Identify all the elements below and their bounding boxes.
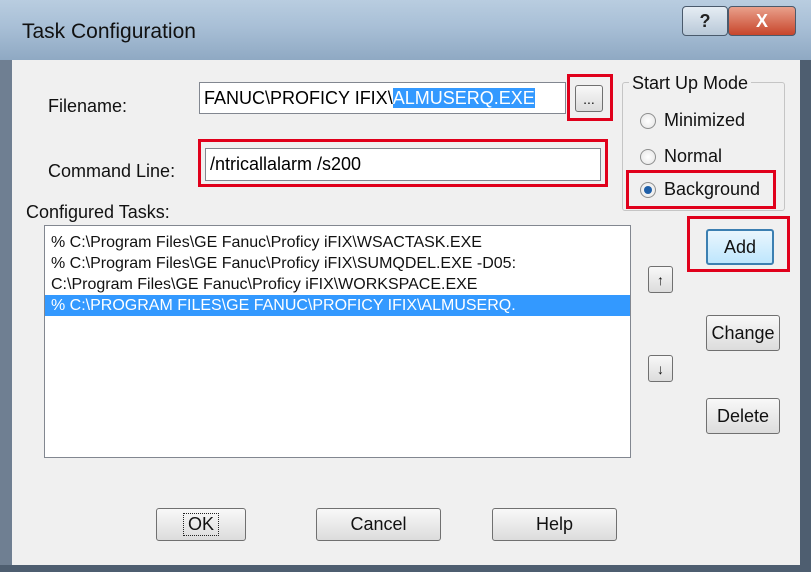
background-right — [800, 60, 811, 572]
arrow-up-icon: ↑ — [657, 271, 664, 288]
change-button-label: Change — [711, 322, 775, 343]
window-title: Task Configuration — [22, 20, 196, 43]
move-up-button[interactable]: ↑ — [648, 266, 673, 293]
start-up-mode-title: Start Up Mode — [629, 73, 752, 94]
cancel-button-label: Cancel — [350, 514, 407, 534]
change-button[interactable]: Change — [706, 315, 780, 351]
filename-field[interactable]: FANUC\PROFICY IFIX\ALMUSERQ.EXE — [199, 82, 566, 114]
ok-button[interactable]: OK — [156, 508, 246, 541]
delete-button[interactable]: Delete — [706, 398, 780, 434]
radio-minimized-circle — [640, 112, 656, 129]
filename-value-prefix: FANUC\PROFICY IFIX\ — [204, 88, 393, 108]
move-down-button[interactable]: ↓ — [648, 355, 673, 382]
background-left — [0, 60, 12, 572]
list-item[interactable]: % C:\Program Files\GE Fanuc\Proficy iFIX… — [45, 253, 630, 274]
radio-normal-label: Normal — [664, 146, 723, 166]
radio-minimized[interactable]: Minimized — [640, 110, 745, 131]
radio-minimized-label: Minimized — [664, 110, 746, 130]
command-line-highlight-box — [198, 139, 608, 187]
command-line-label: Command Line: — [48, 161, 176, 181]
filename-label: Filename: — [48, 96, 128, 116]
cancel-button[interactable]: Cancel — [316, 508, 441, 541]
delete-button-label: Delete — [716, 405, 770, 426]
title-help-button[interactable]: ? — [682, 6, 728, 36]
title-bar: Task Configuration ? X — [0, 0, 811, 60]
list-item-selected[interactable]: % C:\PROGRAM FILES\GE FANUC\PROFICY IFIX… — [45, 295, 630, 316]
list-item[interactable]: % C:\Program Files\GE Fanuc\Proficy iFIX… — [45, 232, 630, 253]
title-close-button[interactable]: X — [728, 6, 796, 36]
radio-normal-circle — [640, 148, 656, 165]
dialog-body: Filename: FANUC\PROFICY IFIX\ALMUSERQ.EX… — [12, 60, 800, 565]
help-button[interactable]: Help — [492, 508, 617, 541]
help-button-label: Help — [535, 514, 574, 534]
filename-value-selected: ALMUSERQ.EXE — [392, 88, 535, 108]
ok-button-label: OK — [182, 513, 219, 536]
close-icon: X — [755, 10, 768, 31]
configured-tasks-list[interactable]: % C:\Program Files\GE Fanuc\Proficy iFIX… — [44, 225, 631, 458]
help-icon: ? — [699, 10, 711, 31]
radio-normal[interactable]: Normal — [640, 146, 722, 167]
background-bottom — [0, 565, 811, 572]
list-item[interactable]: C:\Program Files\GE Fanuc\Proficy iFIX\W… — [45, 274, 630, 295]
add-highlight-box — [687, 216, 790, 272]
browse-highlight-box — [567, 74, 613, 121]
background-highlight-box — [626, 170, 776, 209]
arrow-down-icon: ↓ — [657, 360, 664, 377]
configured-tasks-label: Configured Tasks: — [26, 202, 170, 222]
